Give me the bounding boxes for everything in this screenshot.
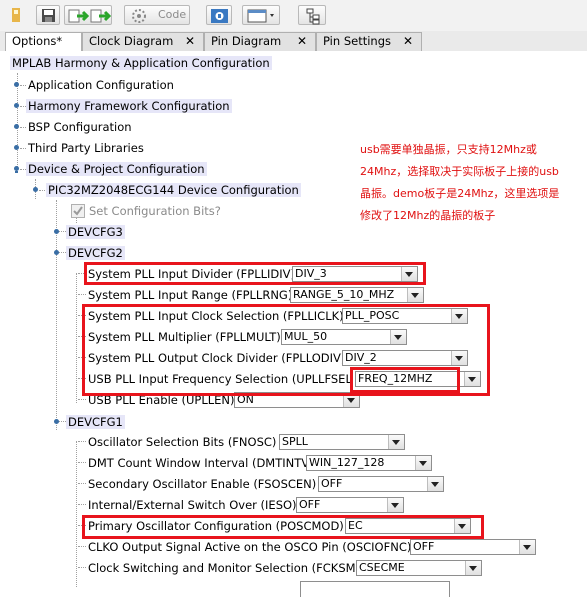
collapse-handle-icon[interactable] — [52, 417, 61, 426]
tree-node-label: Application Configuration — [28, 78, 174, 92]
tab-options[interactable]: Options* — [5, 32, 82, 52]
prop-label-fsoscen: Secondary Oscillator Enable (FSOSCEN) — [88, 477, 317, 491]
annotation-line: 晶振。demo板子是24Mhz，这里选项是 — [360, 187, 560, 200]
options-tree: MPLAB Harmony & Application Configuratio… — [0, 51, 587, 597]
tab-pin-diagram[interactable]: Pin Diagram ✕ — [204, 32, 316, 51]
set-config-bits-label: Set Configuration Bits? — [89, 204, 221, 218]
prop-label-ieso: Internal/External Switch Over (IESO) — [88, 498, 297, 512]
expand-handle-icon[interactable] — [52, 227, 61, 236]
tree-node-harmony-config[interactable]: Harmony Framework Configuration — [26, 97, 232, 115]
toolbar: Code — [0, 0, 587, 31]
layout-dropdown-button[interactable] — [242, 5, 280, 25]
import-export-button[interactable] — [64, 5, 112, 25]
combo-fpllrng[interactable]: RANGE_5_10_MHZ — [290, 287, 424, 303]
annotation-line: 修改了12Mhz的晶振的板子 — [360, 209, 496, 222]
tree-node-app-config[interactable]: Application Configuration — [28, 76, 174, 94]
combo-fnosc[interactable]: SPLL — [279, 434, 405, 450]
tab-clock-diagram-label: Clock Diagram — [89, 34, 174, 48]
collapse-handle-icon[interactable] — [52, 248, 61, 257]
annotation-note: usb需要单独晶振，只支持12Mhz或 24Mhz，选择取决于实际板子上接的us… — [360, 139, 559, 227]
prop-label-fpllrng: System PLL Input Range (FPLLRNG) — [88, 288, 293, 302]
prop-label-fnosc: Oscillator Selection Bits (FNOSC) — [88, 435, 277, 449]
expand-handle-icon[interactable] — [12, 101, 21, 110]
combo-value: OFF — [299, 498, 321, 511]
tree-node-bsp-config[interactable]: BSP Configuration — [28, 118, 132, 136]
expand-handle-icon[interactable] — [12, 122, 21, 131]
combo-next-partial[interactable] — [300, 581, 450, 597]
combo-value: WIN_127_128 — [309, 456, 385, 469]
generate-code-button[interactable]: Code — [124, 5, 190, 25]
tab-pin-settings[interactable]: Pin Settings ✕ — [316, 32, 422, 51]
tab-clock-diagram[interactable]: Clock Diagram ✕ — [82, 32, 204, 51]
checkbox-checked-icon[interactable] — [71, 204, 85, 218]
annotation-line: 24Mhz，选择取决于实际板子上接的usb — [360, 165, 559, 178]
tab-options-label: Options* — [12, 34, 63, 48]
tree-node-devcfg3[interactable]: DEVCFG3 — [66, 223, 125, 241]
tree-node-label: DEVCFG3 — [66, 225, 125, 239]
prop-label-dmtintv: DMT Count Window Interval (DMTINTV) — [88, 456, 314, 470]
tree-view-icon[interactable] — [298, 5, 326, 25]
tab-bar: Options* Clock Diagram ✕ Pin Diagram ✕ P… — [0, 31, 587, 52]
save-icon[interactable] — [36, 5, 60, 25]
save-icon-left[interactable] — [8, 5, 30, 25]
tree-root-node[interactable]: MPLAB Harmony & Application Configuratio… — [10, 54, 272, 72]
expand-handle-icon[interactable] — [12, 143, 21, 152]
tree-node-devcfg2[interactable]: DEVCFG2 — [66, 244, 125, 262]
chevron-down-icon[interactable] — [407, 288, 423, 302]
chevron-down-icon[interactable] — [415, 456, 431, 470]
combo-dmtintv[interactable]: WIN_127_128 — [306, 455, 432, 471]
tree-node-device-project[interactable]: Device & Project Configuration — [26, 160, 207, 178]
prop-label-fcksm: Clock Switching and Monitor Selection (F… — [88, 561, 361, 575]
tree-node-device-config[interactable]: PIC32MZ2048ECG144 Device Configuration — [46, 181, 301, 199]
combo-ieso[interactable]: OFF — [296, 497, 404, 513]
chevron-down-icon[interactable] — [465, 561, 481, 575]
highlight-box — [84, 262, 426, 285]
harmony-icon[interactable] — [206, 5, 232, 25]
tab-pin-settings-label: Pin Settings — [323, 34, 391, 48]
code-label: Code — [158, 8, 187, 21]
combo-fcksm[interactable]: CSECME — [356, 560, 482, 576]
tree-node-devcfg1[interactable]: DEVCFG1 — [66, 413, 125, 431]
tree-node-label: DEVCFG1 — [66, 415, 125, 429]
collapse-handle-icon[interactable] — [31, 185, 40, 194]
expand-handle-icon[interactable] — [12, 80, 21, 89]
tree-node-label: Third Party Libraries — [28, 141, 144, 155]
tree-node-label: Harmony Framework Configuration — [26, 99, 232, 113]
tree-root-label: MPLAB Harmony & Application Configuratio… — [10, 56, 272, 70]
tab-close-icon[interactable]: ✕ — [403, 33, 413, 50]
chevron-down-icon[interactable] — [388, 435, 404, 449]
chevron-down-icon[interactable] — [427, 477, 443, 491]
tree-node-label: PIC32MZ2048ECG144 Device Configuration — [46, 183, 301, 197]
combo-value: RANGE_5_10_MHZ — [293, 288, 395, 301]
combo-value: OFF — [321, 477, 343, 490]
annotation-line: usb需要单独晶振，只支持12Mhz或 — [360, 143, 537, 156]
highlight-box — [350, 367, 460, 393]
highlight-box — [82, 515, 484, 539]
combo-fsoscen[interactable]: OFF — [318, 476, 444, 492]
tab-close-icon[interactable]: ✕ — [185, 33, 195, 50]
combo-value: CSECME — [359, 561, 405, 574]
combo-value: OFF — [413, 540, 435, 553]
chevron-down-icon[interactable] — [519, 540, 535, 554]
chevron-down-icon[interactable] — [387, 498, 403, 512]
combo-osciofnc[interactable]: OFF — [410, 539, 536, 555]
tab-pin-diagram-label: Pin Diagram — [211, 34, 282, 48]
tree-node-label: BSP Configuration — [28, 120, 132, 134]
tree-node-third-party[interactable]: Third Party Libraries — [28, 139, 144, 157]
collapse-handle-icon[interactable] — [12, 164, 21, 173]
tree-node-label: Device & Project Configuration — [26, 162, 207, 176]
combo-value: SPLL — [282, 435, 308, 448]
prop-label-osciofnc: CLKO Output Signal Active on the OSCO Pi… — [88, 540, 412, 554]
tab-close-icon[interactable]: ✕ — [297, 33, 307, 50]
tree-node-label: DEVCFG2 — [66, 246, 125, 260]
